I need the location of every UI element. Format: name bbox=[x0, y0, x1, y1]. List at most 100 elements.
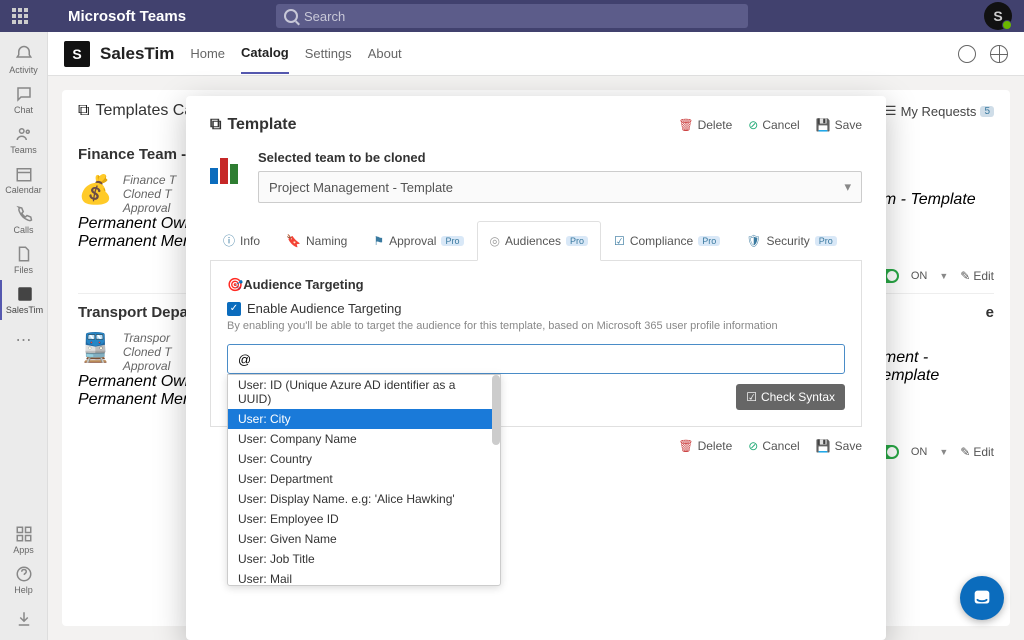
pro-badge: Pro bbox=[698, 236, 720, 246]
footer-save-button[interactable]: 💾 Save bbox=[816, 439, 862, 453]
search-icon bbox=[284, 9, 298, 23]
footer-delete-button[interactable]: 🗑Delete bbox=[678, 439, 732, 453]
modal-overlay: ⧉ Template 🗑Delete ⊘Cancel 💾Save Selecte… bbox=[48, 76, 1024, 640]
modal-title: ⧉ Template bbox=[210, 116, 297, 134]
rail-apps[interactable]: Apps bbox=[0, 520, 48, 560]
pro-badge: Pro bbox=[566, 236, 588, 246]
dropdown-item[interactable]: User: Mail bbox=[228, 569, 500, 586]
syntax-btn-label: Check Syntax bbox=[761, 390, 835, 404]
target-icon: ◎ bbox=[490, 234, 500, 248]
app-title: Microsoft Teams bbox=[68, 8, 186, 25]
rail-download[interactable] bbox=[0, 600, 48, 640]
rail-label: Chat bbox=[14, 105, 33, 115]
cancel-icon: ⊘ bbox=[748, 118, 758, 132]
rail-label: Files bbox=[14, 265, 33, 275]
check-syntax-button[interactable]: ☑Check Syntax bbox=[736, 384, 845, 410]
salestim-logo: S bbox=[64, 41, 90, 67]
tab-approval[interactable]: ⚑ Approval Pro bbox=[360, 221, 476, 260]
help-text: By enabling you'll be able to target the… bbox=[227, 320, 845, 332]
rail-calls[interactable]: Calls bbox=[0, 200, 48, 240]
section-title: 🎯Audience Targeting bbox=[227, 277, 845, 293]
dropdown-item[interactable]: User: Job Title bbox=[228, 549, 500, 569]
tab-label: Audiences bbox=[505, 234, 561, 248]
rail-label: Help bbox=[14, 585, 33, 595]
rail-label: Apps bbox=[13, 545, 34, 555]
left-rail: Activity Chat Teams Calendar Calls Files… bbox=[0, 32, 48, 640]
app-name: SalesTim bbox=[100, 44, 174, 64]
rail-calendar[interactable]: Calendar bbox=[0, 160, 48, 200]
cancel-icon: ⊘ bbox=[748, 439, 758, 453]
tab-about[interactable]: About bbox=[368, 34, 402, 73]
tab-label: Compliance bbox=[630, 234, 693, 248]
tab-label: Security bbox=[766, 234, 809, 248]
team-select[interactable]: Project Management - Template bbox=[258, 171, 862, 203]
search-container bbox=[276, 4, 748, 28]
dropdown-item[interactable]: User: Employee ID bbox=[228, 509, 500, 529]
tab-label: Info bbox=[240, 234, 260, 248]
rail-files[interactable]: Files bbox=[0, 240, 48, 280]
app-launcher-icon[interactable] bbox=[12, 8, 28, 24]
scrollbar[interactable] bbox=[492, 375, 500, 445]
enable-targeting-checkbox[interactable]: ✓ bbox=[227, 302, 241, 316]
rail-salestim[interactable]: SalesTim bbox=[0, 280, 48, 320]
rail-activity[interactable]: Activity bbox=[0, 40, 48, 80]
rail-label: Teams bbox=[10, 145, 37, 155]
rail-label: Calls bbox=[13, 225, 33, 235]
rail-label: SalesTim bbox=[6, 305, 43, 315]
tab-naming[interactable]: 🔖Naming bbox=[273, 221, 360, 260]
check-icon: ☑ bbox=[614, 234, 625, 248]
avatar[interactable]: S bbox=[984, 2, 1012, 30]
cancel-button[interactable]: ⊘ Cancel bbox=[748, 118, 799, 132]
dropdown-item[interactable]: User: Given Name bbox=[228, 529, 500, 549]
search-input[interactable] bbox=[276, 4, 748, 28]
dropdown-item[interactable]: User: ID (Unique Azure AD identifier as … bbox=[228, 375, 500, 409]
rail-help[interactable]: Help bbox=[0, 560, 48, 600]
tab-audiences[interactable]: ◎ Audiences Pro bbox=[477, 221, 602, 261]
tab-security[interactable]: 🛡 Security Pro bbox=[733, 221, 850, 260]
chat-icon bbox=[971, 587, 993, 609]
cancel-label: Cancel bbox=[762, 118, 799, 132]
trash-icon: 🗑 bbox=[678, 118, 693, 132]
rail-chat[interactable]: Chat bbox=[0, 80, 48, 120]
tab-catalog[interactable]: Catalog bbox=[241, 33, 289, 74]
rail-more[interactable]: ⋯ bbox=[0, 320, 48, 360]
save-icon: 💾 bbox=[816, 118, 831, 132]
checkbox-label: Enable Audience Targeting bbox=[247, 301, 401, 316]
delete-button[interactable]: 🗑Delete bbox=[678, 118, 732, 132]
team-chart-icon bbox=[210, 150, 244, 184]
globe-icon[interactable] bbox=[990, 45, 1008, 63]
save-button[interactable]: 💾 Save bbox=[816, 118, 862, 132]
tab-home[interactable]: Home bbox=[190, 34, 225, 73]
refresh-icon[interactable] bbox=[958, 45, 976, 63]
formula-input[interactable] bbox=[227, 344, 845, 374]
footer-cancel-button[interactable]: ⊘Cancel bbox=[748, 439, 799, 453]
rail-teams[interactable]: Teams bbox=[0, 120, 48, 160]
modal-title-text: Template bbox=[227, 116, 296, 134]
tab-compliance[interactable]: ☑ Compliance Pro bbox=[601, 221, 733, 260]
dropdown-item[interactable]: User: City bbox=[228, 409, 500, 429]
app-header: S SalesTim Home Catalog Settings About bbox=[48, 32, 1024, 76]
clone-label: Selected team to be cloned bbox=[258, 150, 862, 165]
flag-icon: ⚑ bbox=[373, 234, 384, 248]
save-label: Save bbox=[835, 118, 862, 132]
section-title-text: Audience Targeting bbox=[243, 277, 363, 292]
pro-badge: Pro bbox=[441, 236, 463, 246]
save-icon: 💾 bbox=[816, 439, 831, 453]
tab-settings[interactable]: Settings bbox=[305, 34, 352, 73]
dropdown-item[interactable]: User: Country bbox=[228, 449, 500, 469]
pro-badge: Pro bbox=[815, 236, 837, 246]
rail-label: Calendar bbox=[5, 185, 42, 195]
delete-label: Delete bbox=[698, 439, 733, 453]
save-label: Save bbox=[835, 439, 862, 453]
dropdown-item[interactable]: User: Company Name bbox=[228, 429, 500, 449]
tab-info[interactable]: ⓘ Info bbox=[210, 221, 273, 260]
content-area: ⧉ Templates Catalog ☰ My Requests 5 Fina… bbox=[48, 76, 1024, 640]
top-bar: Microsoft Teams S bbox=[0, 0, 1024, 32]
tag-icon: 🔖 bbox=[286, 234, 301, 248]
tab-label: Approval bbox=[389, 234, 436, 248]
info-icon: ⓘ bbox=[223, 232, 235, 249]
dropdown-item[interactable]: User: Department bbox=[228, 469, 500, 489]
dropdown-item[interactable]: User: Display Name. e.g: 'Alice Hawking' bbox=[228, 489, 500, 509]
shield-icon: 🛡 bbox=[746, 234, 761, 248]
intercom-fab[interactable] bbox=[960, 576, 1004, 620]
